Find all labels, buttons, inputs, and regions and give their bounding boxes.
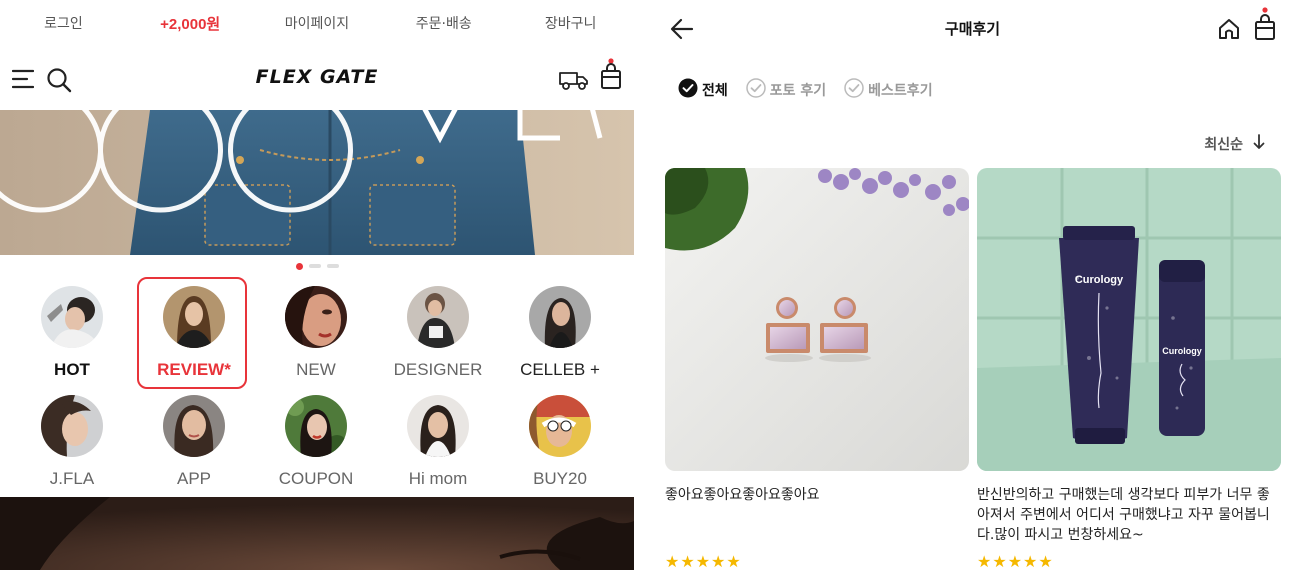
review-card[interactable]: Curology Curology 반신반의하고 구매했는데 생각보다 피부가 … bbox=[977, 168, 1281, 570]
signup-points-link[interactable]: +2,000원 bbox=[127, 13, 254, 34]
category-himom[interactable]: Hi mom bbox=[377, 389, 499, 498]
review-header: 구매후기 bbox=[650, 0, 1289, 58]
star-icon: ★ bbox=[665, 554, 680, 570]
star-icon: ★ bbox=[680, 554, 695, 570]
category-new[interactable]: NEW bbox=[255, 280, 377, 389]
page-title: 구매후기 bbox=[944, 20, 1001, 38]
review-screen: 구매후기 전체 포토 후기 베스트후기 최신순 좋아요좋아요좋아요좋아요 ★ ★… bbox=[650, 0, 1289, 570]
review-photo[interactable] bbox=[665, 168, 969, 471]
category-avatar bbox=[529, 395, 591, 457]
category-label: NEW bbox=[296, 360, 336, 379]
check-circle-filled-icon bbox=[678, 78, 698, 102]
category-avatar bbox=[163, 395, 225, 457]
rating-stars: ★ ★ ★ ★ ★ bbox=[977, 555, 1053, 570]
category-avatar bbox=[529, 286, 591, 348]
category-label: APP bbox=[176, 469, 212, 488]
main-header: FLEX GATE bbox=[0, 52, 634, 110]
category-celleb[interactable]: CELLEB + bbox=[499, 280, 621, 389]
category-grid: HOT REVIEW* NEW DESIGNER CELLEB + J.FLA … bbox=[11, 280, 621, 498]
arrow-down-icon bbox=[1253, 134, 1265, 154]
category-avatar bbox=[41, 286, 103, 348]
category-jfla[interactable]: J.FLA bbox=[11, 389, 133, 498]
filter-label: 전체 bbox=[702, 83, 728, 99]
pagination-dot-active[interactable] bbox=[295, 263, 303, 270]
home-icon[interactable] bbox=[1217, 17, 1241, 46]
check-circle-outline-icon bbox=[844, 78, 864, 102]
delivery-truck-icon[interactable] bbox=[558, 69, 590, 96]
star-icon: ★ bbox=[1007, 554, 1023, 570]
cart-link[interactable]: 장바구니 bbox=[507, 13, 634, 33]
review-photo[interactable]: Curology Curology bbox=[977, 168, 1281, 471]
category-label: CELLEB + bbox=[520, 360, 600, 379]
pagination-dot[interactable] bbox=[326, 264, 339, 268]
review-filter-tabs: 전체 포토 후기 베스트후기 bbox=[678, 78, 933, 102]
rating-stars: ★ ★ ★ ★ ★ bbox=[665, 555, 741, 570]
product-brand-text: Curology bbox=[1075, 274, 1124, 286]
category-coupon[interactable]: COUPON bbox=[255, 389, 377, 498]
category-app[interactable]: APP bbox=[133, 389, 255, 498]
star-icon: ★ bbox=[726, 554, 741, 570]
star-icon: ★ bbox=[992, 554, 1007, 570]
category-avatar bbox=[407, 286, 469, 348]
category-label: DESIGNER bbox=[393, 360, 483, 379]
home-screen: 로그인 +2,000원 마이페이지 주문·배송 장바구니 FLEX GATE H… bbox=[0, 0, 634, 570]
pagination-dot[interactable] bbox=[308, 264, 321, 268]
category-label: Hi mom bbox=[408, 469, 468, 488]
star-icon: ★ bbox=[977, 554, 992, 570]
filter-label: 베스트후기 bbox=[868, 83, 933, 99]
category-buy20[interactable]: BUY20 bbox=[499, 389, 621, 498]
category-avatar bbox=[163, 286, 225, 348]
promo-banner-image[interactable] bbox=[0, 497, 634, 570]
category-review[interactable]: REVIEW* bbox=[133, 280, 255, 389]
product-brand-text: Curology bbox=[1162, 346, 1202, 356]
review-card[interactable]: 좋아요좋아요좋아요좋아요 ★ ★ ★ ★ ★ bbox=[665, 168, 969, 570]
review-text: 반신반의하고 구매했는데 생각보다 피부가 너무 좋아져서 주변에서 어디서 구… bbox=[977, 487, 1270, 543]
filter-photo[interactable]: 포토 후기 bbox=[746, 78, 826, 102]
review-text: 좋아요좋아요좋아요좋아요 bbox=[665, 487, 820, 503]
mypage-link[interactable]: 마이페이지 bbox=[254, 13, 381, 33]
category-avatar bbox=[285, 395, 347, 457]
shopping-bag-icon[interactable] bbox=[600, 58, 622, 95]
filter-label: 포토 후기 bbox=[769, 83, 827, 99]
shopping-bag-icon[interactable] bbox=[1254, 7, 1276, 46]
star-icon: ★ bbox=[1038, 554, 1053, 570]
filter-all[interactable]: 전체 bbox=[678, 78, 728, 102]
category-label: COUPON bbox=[278, 469, 354, 488]
brand-logo[interactable]: FLEX GATE bbox=[0, 66, 634, 88]
category-designer[interactable]: DESIGNER bbox=[377, 280, 499, 389]
category-hot[interactable]: HOT bbox=[11, 280, 133, 389]
sort-label: 최신순 bbox=[1204, 137, 1243, 153]
category-avatar bbox=[285, 286, 347, 348]
order-delivery-link[interactable]: 주문·배송 bbox=[380, 13, 507, 33]
category-label: REVIEW* bbox=[157, 360, 231, 379]
hero-banner-image[interactable] bbox=[0, 110, 634, 255]
category-avatar bbox=[407, 395, 469, 457]
category-label: BUY20 bbox=[533, 469, 587, 488]
login-link[interactable]: 로그인 bbox=[0, 13, 127, 33]
filter-best[interactable]: 베스트후기 bbox=[844, 78, 933, 102]
check-circle-outline-icon bbox=[746, 78, 766, 102]
star-icon: ★ bbox=[711, 554, 726, 570]
hero-pagination bbox=[0, 263, 634, 270]
category-avatar bbox=[41, 395, 103, 457]
star-icon: ★ bbox=[1023, 554, 1038, 570]
category-label: HOT bbox=[54, 360, 90, 379]
category-label: J.FLA bbox=[49, 469, 95, 488]
utility-bar: 로그인 +2,000원 마이페이지 주문·배송 장바구니 bbox=[0, 0, 634, 46]
sort-selector[interactable]: 최신순 bbox=[1204, 134, 1265, 154]
star-icon: ★ bbox=[695, 554, 711, 570]
